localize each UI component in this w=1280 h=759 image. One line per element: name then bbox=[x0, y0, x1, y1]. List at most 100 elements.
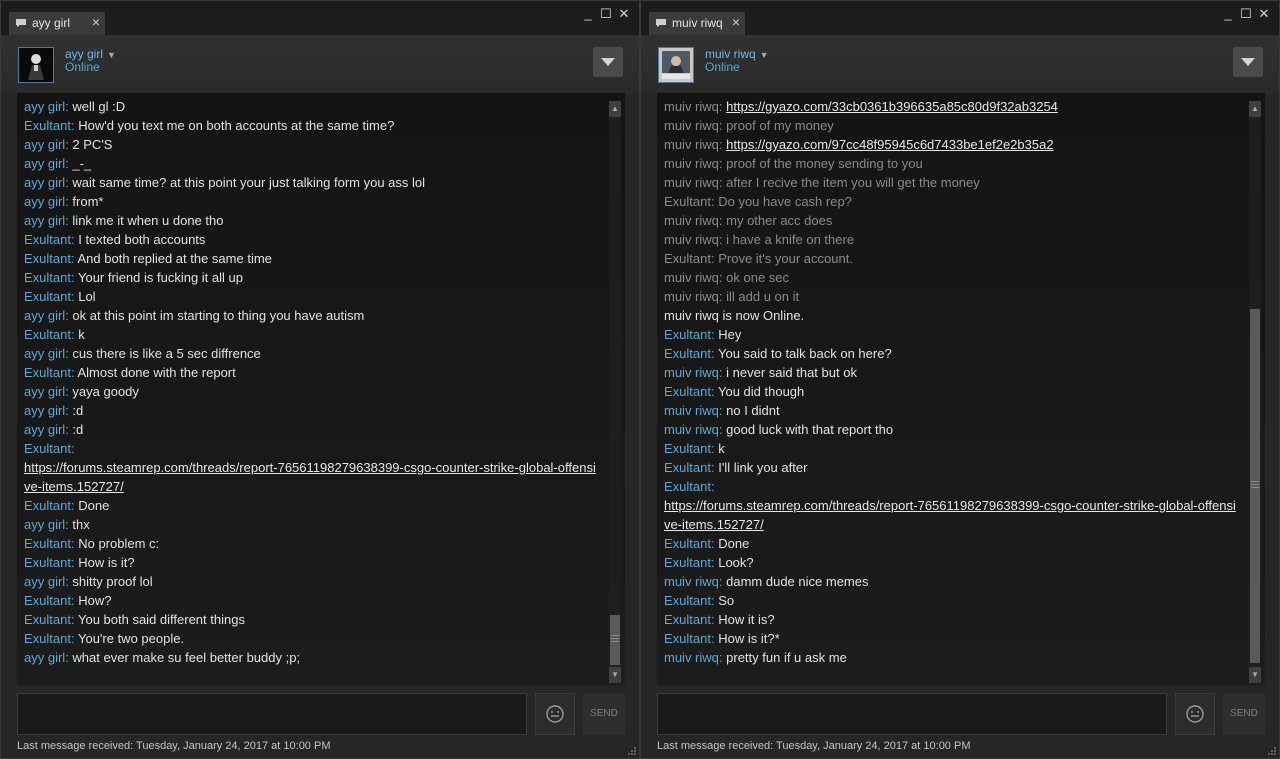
chat-message: ayy girl: from* bbox=[24, 194, 104, 209]
chat-message: ayy girl: :d bbox=[24, 403, 84, 418]
chat-log: muiv riwq: https://gyazo.com/33cb0361b39… bbox=[657, 93, 1265, 685]
resize-grip-icon[interactable] bbox=[627, 746, 637, 756]
avatar[interactable] bbox=[658, 47, 694, 83]
message-sender: Exultant bbox=[24, 631, 71, 646]
message-sender: muiv riwq bbox=[664, 232, 719, 247]
chat-message: Exultant: https://forums.steamrep.com/th… bbox=[24, 441, 596, 494]
message-text: Lol bbox=[78, 289, 96, 304]
menu-button[interactable] bbox=[593, 47, 623, 77]
friend-name[interactable]: ayy girl ▼ bbox=[65, 47, 116, 61]
message-sender: muiv riwq bbox=[664, 270, 719, 285]
message-text: proof of my money bbox=[726, 118, 834, 133]
chevron-down-icon bbox=[601, 58, 615, 66]
scrollbar[interactable]: ▲ ▼ bbox=[609, 101, 621, 683]
message-text: So bbox=[718, 593, 735, 608]
message-sender: ayy girl bbox=[24, 99, 66, 114]
message-text: Look? bbox=[718, 555, 754, 570]
scroll-down-arrow-icon[interactable]: ▼ bbox=[1249, 667, 1261, 683]
scroll-up-arrow-icon[interactable]: ▲ bbox=[609, 101, 621, 117]
message-text: ok one sec bbox=[726, 270, 790, 285]
message-sender: muiv riwq bbox=[664, 403, 719, 418]
message-sender: Exultant bbox=[664, 441, 711, 456]
chat-message: Exultant: Almost done with the report bbox=[24, 365, 236, 380]
message-sender: Exultant bbox=[24, 555, 71, 570]
chat-message: Exultant: No problem c: bbox=[24, 536, 160, 551]
close-icon[interactable]: ✕ bbox=[615, 5, 633, 23]
tab-chat[interactable]: ayy girl × bbox=[9, 12, 105, 35]
status-text: muiv riwq is now Online. bbox=[664, 308, 805, 323]
message-text: I'll link you after bbox=[718, 460, 808, 475]
message-sender: ayy girl bbox=[24, 194, 66, 209]
message-text: 2 PC'S bbox=[72, 137, 113, 152]
resize-grip-icon[interactable] bbox=[1267, 746, 1277, 756]
message-sender: Exultant bbox=[24, 498, 71, 513]
message-sender: Exultant bbox=[664, 479, 711, 494]
scrollbar-thumb[interactable] bbox=[1250, 309, 1260, 663]
chat-message: ayy girl: shitty proof lol bbox=[24, 574, 153, 589]
message-link[interactable]: https://forums.steamrep.com/threads/repo… bbox=[664, 498, 1236, 532]
message-link[interactable]: https://forums.steamrep.com/threads/repo… bbox=[24, 460, 596, 494]
message-text: How is it?* bbox=[718, 631, 780, 646]
chat-window-left: ayy girl × _ ☐ ✕ ayy girl ▼ Online ayy girl… bbox=[0, 0, 640, 759]
message-sender: Exultant bbox=[24, 251, 71, 266]
send-button[interactable]: SEND bbox=[1223, 693, 1265, 735]
chat-message: ayy girl: yaya goody bbox=[24, 384, 139, 399]
message-sender: Exultant bbox=[664, 536, 711, 551]
message-sender: muiv riwq bbox=[664, 156, 719, 171]
tab-bar: muiv riwq × _ ☐ ✕ bbox=[641, 1, 1279, 35]
send-button[interactable]: SEND bbox=[583, 693, 625, 735]
message-sender: ayy girl bbox=[24, 650, 66, 665]
scroll-down-arrow-icon[interactable]: ▼ bbox=[609, 667, 621, 683]
chat-bubble-icon bbox=[16, 19, 26, 27]
avatar[interactable] bbox=[18, 47, 54, 83]
friend-name[interactable]: muiv riwq ▼ bbox=[705, 47, 769, 61]
message-input[interactable] bbox=[657, 693, 1167, 735]
message-text: I texted both accounts bbox=[78, 232, 206, 247]
chevron-down-icon bbox=[1241, 58, 1255, 66]
chat-message: Exultant: Look? bbox=[664, 555, 754, 570]
close-icon[interactable]: ✕ bbox=[1255, 5, 1273, 23]
maximize-icon[interactable]: ☐ bbox=[1237, 5, 1255, 23]
last-message-info: Last message received: Tuesday, January … bbox=[17, 740, 331, 752]
emoji-button[interactable] bbox=[1175, 693, 1215, 735]
status-message: muiv riwq is now Online. bbox=[664, 306, 1242, 325]
close-icon[interactable]: × bbox=[732, 14, 740, 30]
message-sender: Exultant bbox=[24, 365, 71, 380]
dropdown-caret-icon: ▼ bbox=[107, 50, 116, 60]
minimize-icon[interactable]: _ bbox=[1219, 5, 1237, 23]
message-text: cus there is like a 5 sec diffrence bbox=[72, 346, 261, 361]
message-text: Hey bbox=[718, 327, 742, 342]
maximize-icon[interactable]: ☐ bbox=[597, 5, 615, 23]
message-text: How'd you text me on both accounts at th… bbox=[78, 118, 395, 133]
chat-message: Exultant: k bbox=[664, 441, 725, 456]
friend-status: Online bbox=[65, 60, 100, 74]
message-sender: ayy girl bbox=[24, 308, 66, 323]
message-sender: ayy girl bbox=[24, 422, 66, 437]
message-text: You're two people. bbox=[77, 631, 185, 646]
chat-message: muiv riwq: proof of my money bbox=[664, 118, 834, 133]
message-text: :d bbox=[72, 403, 84, 418]
message-list: ayy girl: well gl :D Exultant: How'd you … bbox=[24, 97, 602, 667]
chat-message: Exultant: How is it? bbox=[24, 555, 135, 570]
message-sender: Exultant bbox=[664, 194, 711, 209]
message-sender: Exultant bbox=[24, 593, 71, 608]
scroll-up-arrow-icon[interactable]: ▲ bbox=[1249, 101, 1261, 117]
message-input[interactable] bbox=[17, 693, 527, 735]
message-link[interactable]: https://gyazo.com/97cc48f95945c6d7433be1… bbox=[726, 137, 1053, 152]
scrollbar[interactable]: ▲ ▼ bbox=[1249, 101, 1261, 683]
scrollbar-thumb[interactable] bbox=[610, 615, 620, 665]
message-sender: ayy girl bbox=[24, 384, 66, 399]
message-link[interactable]: https://gyazo.com/33cb0361b396635a85c80d… bbox=[726, 99, 1058, 114]
chat-message: Exultant: I texted both accounts bbox=[24, 232, 206, 247]
message-sender: muiv riwq bbox=[664, 137, 719, 152]
chat-window-right: muiv riwq × _ ☐ ✕ muiv riwq ▼ Online muiv r… bbox=[640, 0, 1280, 759]
minimize-icon[interactable]: _ bbox=[579, 5, 597, 23]
chat-message: ayy girl: _-_ bbox=[24, 156, 92, 171]
menu-button[interactable] bbox=[1233, 47, 1263, 77]
compose-row: SEND bbox=[657, 693, 1265, 735]
emoji-button[interactable] bbox=[535, 693, 575, 735]
message-text: good luck with that report tho bbox=[726, 422, 894, 437]
close-icon[interactable]: × bbox=[92, 14, 100, 30]
chat-message: ayy girl: well gl :D bbox=[24, 99, 126, 114]
tab-chat[interactable]: muiv riwq × bbox=[649, 12, 745, 35]
